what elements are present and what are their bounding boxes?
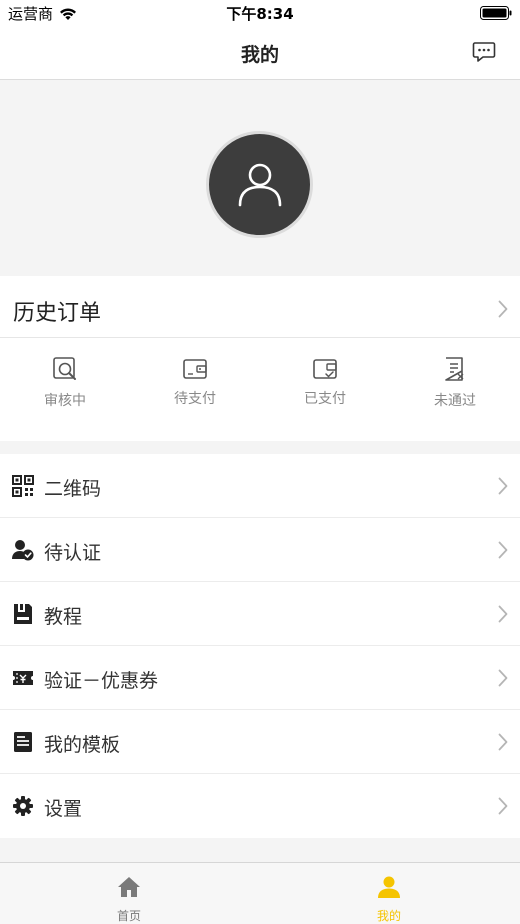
order-status-pending-payment[interactable]: 待支付 xyxy=(130,356,260,408)
order-status-rejected[interactable]: 未通过 xyxy=(390,356,520,410)
battery-icon xyxy=(480,6,512,20)
page-title: 我的 xyxy=(240,44,279,66)
wallet-pending-icon xyxy=(183,359,207,379)
wallet-paid-icon xyxy=(313,359,337,379)
chevron-right-icon xyxy=(498,797,508,815)
chevron-right-icon xyxy=(498,300,508,318)
menu-item-label: 验证－优惠券 xyxy=(44,670,159,692)
home-icon xyxy=(118,877,140,897)
menu-item-label: 待认证 xyxy=(44,542,102,564)
profile-icon xyxy=(378,876,400,898)
rejected-doc-icon xyxy=(445,357,464,381)
order-history-title: 历史订单 xyxy=(13,301,102,326)
tab-label: 我的 xyxy=(376,909,401,923)
template-icon xyxy=(14,732,32,752)
menu-item-qrcode[interactable]: 二维码 xyxy=(0,454,520,518)
menu-item-label: 我的模板 xyxy=(44,734,121,756)
menu-item-pending-verification[interactable]: 待认证 xyxy=(0,518,520,582)
order-status-label: 未通过 xyxy=(434,393,476,409)
review-icon xyxy=(53,357,76,380)
user-verify-icon xyxy=(12,540,34,561)
chevron-right-icon xyxy=(498,477,508,495)
chevron-right-icon xyxy=(498,733,508,751)
menu-item-my-templates[interactable]: 我的模板 xyxy=(0,710,520,774)
menu-item-label: 设置 xyxy=(44,798,83,820)
avatar[interactable] xyxy=(206,131,313,238)
menu-item-label: 二维码 xyxy=(44,478,102,500)
menu-item-tutorial[interactable]: 教程 xyxy=(0,582,520,646)
status-time: 下午8:34 xyxy=(226,5,294,23)
settings-gear-icon xyxy=(13,796,33,816)
chevron-right-icon xyxy=(498,605,508,623)
menu-item-coupon-verify[interactable]: 验证－优惠券 xyxy=(0,646,520,710)
profile-area xyxy=(0,81,520,276)
chevron-right-icon xyxy=(498,669,508,687)
orders-card: 历史订单 审核中 待支付 已支付 未通过 xyxy=(0,276,520,441)
status-bar: 运营商 下午8:34 xyxy=(0,0,520,26)
order-status-paid[interactable]: 已支付 xyxy=(260,356,390,408)
chevron-right-icon xyxy=(498,541,508,559)
order-status-reviewing[interactable]: 审核中 xyxy=(0,356,130,410)
order-status-label: 审核中 xyxy=(44,393,86,409)
message-bubble-icon[interactable] xyxy=(472,41,496,63)
order-history-row[interactable]: 历史订单 xyxy=(0,276,520,338)
tab-label: 首页 xyxy=(116,909,141,923)
tab-mine[interactable]: 我的 xyxy=(324,875,454,924)
coupon-icon xyxy=(13,671,33,685)
tutorial-icon xyxy=(14,604,32,624)
menu-item-settings[interactable]: 设置 xyxy=(0,774,520,838)
tab-bar: 首页 我的 xyxy=(0,862,520,924)
order-status-label: 待支付 xyxy=(174,391,216,407)
order-status-label: 已支付 xyxy=(304,391,346,407)
tab-home[interactable]: 首页 xyxy=(64,875,194,924)
menu-list: 二维码 待认证 教程 验证－优惠券 我的模板 设置 xyxy=(0,454,520,838)
user-avatar-icon xyxy=(238,163,281,206)
nav-bar: 我的 xyxy=(0,26,520,80)
menu-item-label: 教程 xyxy=(44,606,83,628)
qrcode-icon xyxy=(12,475,34,497)
